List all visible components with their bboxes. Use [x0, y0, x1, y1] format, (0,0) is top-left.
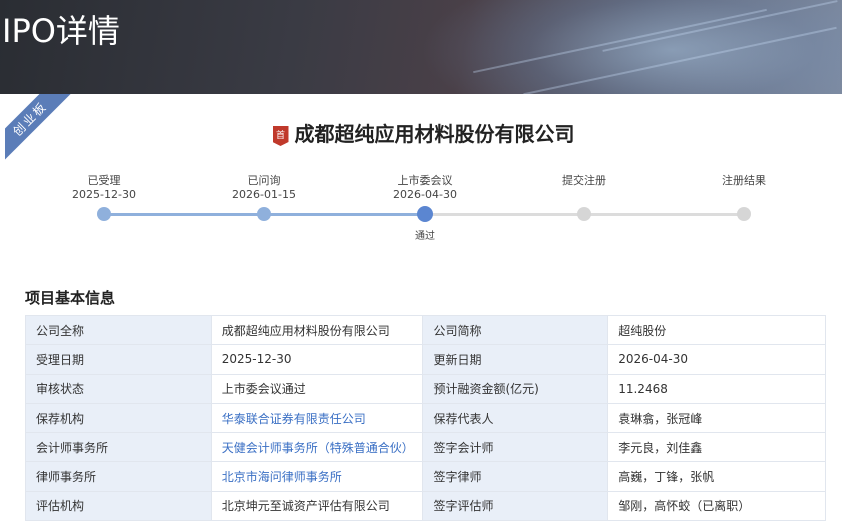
step-label: 注册结果 [722, 174, 766, 187]
field-label: 预计融资金额(亿元) [422, 373, 609, 404]
step-dot [97, 207, 111, 221]
company-name: 成都超纯应用材料股份有限公司 [294, 122, 575, 146]
step-label: 已受理 [87, 174, 121, 187]
progress-timeline: 已受理 2025-12-30 已问询 2026-01-15 上市委会议 2026… [5, 174, 842, 244]
field-label: 签字律师 [422, 461, 609, 492]
field-label: 签字评估师 [422, 490, 609, 521]
detail-card: 创业板 首成都超纯应用材料股份有限公司 已受理 2025-12-30 已问询 2… [5, 94, 842, 521]
step-dot [257, 207, 271, 221]
field-label: 审核状态 [25, 373, 212, 404]
progress-step-listing-committee: 上市委会议 2026-04-30 通过 [365, 174, 485, 242]
field-label: 受理日期 [25, 344, 212, 375]
field-value: 11.2468 [607, 373, 826, 404]
step-date: 2026-01-15 [232, 188, 296, 201]
field-label: 保荐代表人 [422, 402, 609, 434]
step-result: 通过 [415, 231, 435, 242]
field-label: 签字会计师 [422, 432, 609, 463]
field-value: 华泰联合证券有限责任公司 [210, 402, 424, 434]
law-firm-link[interactable]: 北京市海问律师事务所 [222, 470, 342, 484]
ipo-badge-icon: 首 [272, 126, 289, 146]
step-dot [417, 206, 433, 222]
field-label: 会计师事务所 [25, 432, 212, 463]
progress-step-accepted: 已受理 2025-12-30 [44, 174, 164, 221]
field-label: 更新日期 [422, 344, 609, 375]
field-value: 李元良，刘佳鑫 [607, 432, 826, 463]
header-banner: IPO详情 [0, 0, 842, 94]
field-value: 北京坤元至诚资产评估有限公司 [210, 490, 424, 521]
table-row: 受理日期 2025-12-30 更新日期 2026-04-30 [25, 344, 826, 375]
step-label: 上市委会议 [397, 174, 453, 187]
field-label: 评估机构 [25, 490, 212, 521]
company-title: 首成都超纯应用材料股份有限公司 [5, 118, 842, 147]
step-dot [737, 207, 751, 221]
progress-step-submit-registration: 提交注册 [524, 174, 644, 221]
info-table: 公司全称 成都超纯应用材料股份有限公司 公司简称 超纯股份 受理日期 2025-… [25, 314, 826, 521]
field-value: 袁琳翕，张冠峰 [607, 402, 826, 434]
field-label: 保荐机构 [25, 402, 212, 434]
table-row: 保荐机构 华泰联合证券有限责任公司 保荐代表人 袁琳翕，张冠峰 [25, 402, 826, 434]
table-row: 律师事务所 北京市海问律师事务所 签字律师 高巍，丁锋，张帆 [25, 461, 826, 492]
field-value: 高巍，丁锋，张帆 [607, 461, 826, 492]
field-value: 北京市海问律师事务所 [210, 461, 424, 492]
field-value: 上市委会议通过 [210, 373, 424, 404]
progress-step-inquiry: 已问询 2026-01-15 [204, 174, 324, 221]
sponsor-link[interactable]: 华泰联合证券有限责任公司 [222, 412, 366, 426]
step-date [684, 188, 804, 202]
field-value: 2026-04-30 [607, 344, 826, 375]
table-row: 会计师事务所 天健会计师事务所（特殊普通合伙） 签字会计师 李元良，刘佳鑫 [25, 432, 826, 463]
step-dot [577, 207, 591, 221]
table-row: 评估机构 北京坤元至诚资产评估有限公司 签字评估师 邹刚，高怀蛟（已离职） [25, 490, 826, 521]
section-title: 项目基本信息 [25, 289, 116, 307]
field-label: 律师事务所 [25, 461, 212, 492]
table-row: 审核状态 上市委会议通过 预计融资金额(亿元) 11.2468 [25, 373, 826, 404]
progress-step-registration-result: 注册结果 [684, 174, 804, 221]
field-label: 公司简称 [422, 314, 609, 346]
field-value: 超纯股份 [607, 314, 826, 346]
step-label: 提交注册 [562, 174, 606, 187]
table-row: 公司全称 成都超纯应用材料股份有限公司 公司简称 超纯股份 [25, 314, 826, 346]
field-label: 公司全称 [25, 314, 212, 346]
field-value: 2025-12-30 [210, 344, 424, 375]
step-date: 2026-04-30 [393, 188, 457, 201]
accounting-firm-link[interactable]: 天健会计师事务所（特殊普通合伙） [222, 441, 414, 455]
step-date [524, 188, 644, 202]
field-value: 成都超纯应用材料股份有限公司 [210, 314, 424, 346]
step-label: 已问询 [247, 174, 281, 187]
field-value: 邹刚，高怀蛟（已离职） [607, 490, 826, 521]
step-date: 2025-12-30 [72, 188, 136, 201]
page-title: IPO详情 [2, 12, 120, 50]
field-value: 天健会计师事务所（特殊普通合伙） [210, 432, 424, 463]
